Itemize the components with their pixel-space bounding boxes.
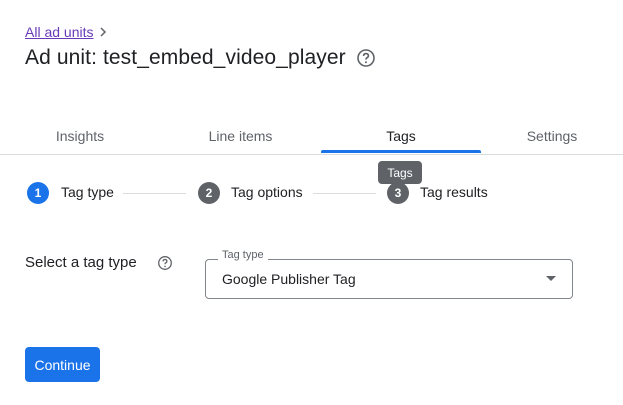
tab-line-items-label: Line items	[208, 128, 273, 144]
step-2-number: 2	[198, 182, 220, 204]
step-3-label: Tag results	[420, 184, 488, 200]
tag-type-select-value: Google Publisher Tag	[222, 271, 356, 287]
tab-insights-label: Insights	[55, 128, 105, 144]
page-header: Ad unit: test_embed_video_player	[25, 46, 376, 70]
help-icon[interactable]	[356, 48, 376, 68]
tab-tags-label: Tags	[386, 128, 416, 144]
active-tab-indicator	[321, 150, 481, 153]
tags-tooltip: Tags	[378, 161, 422, 184]
continue-button[interactable]: Continue	[25, 347, 100, 382]
step-connector	[123, 193, 186, 194]
step-1-number: 1	[27, 182, 49, 204]
help-icon[interactable]	[157, 255, 173, 271]
tab-settings[interactable]: Settings	[481, 118, 623, 154]
breadcrumb-all-ad-units-link[interactable]: All ad units	[25, 24, 93, 40]
chevron-right-icon	[100, 27, 107, 37]
tab-insights[interactable]: Insights	[0, 118, 160, 154]
step-2-label: Tag options	[231, 184, 303, 200]
tab-line-items[interactable]: Line items	[160, 118, 321, 154]
dropdown-arrow-icon	[546, 276, 556, 281]
tab-tags[interactable]: Tags	[321, 118, 481, 154]
tab-settings-label: Settings	[526, 128, 578, 144]
tab-bar: Insights Line items Tags Settings	[0, 118, 623, 155]
tag-type-field-label: Select a tag type	[25, 254, 137, 271]
tag-type-select-legend: Tag type	[218, 249, 268, 261]
step-1-label: Tag type	[61, 184, 114, 200]
step-3-number: 3	[387, 182, 409, 204]
breadcrumb: All ad units	[25, 24, 109, 40]
page-title: Ad unit: test_embed_video_player	[25, 46, 346, 69]
step-connector	[313, 193, 376, 194]
